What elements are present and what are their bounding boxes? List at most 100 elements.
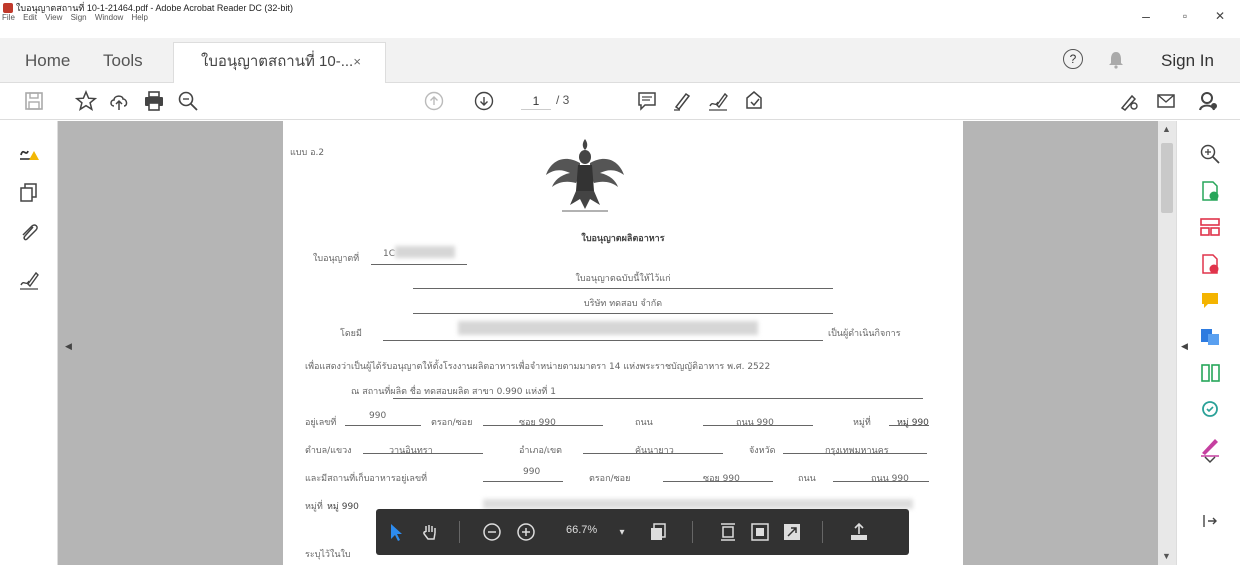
zoom-dropdown-caret-icon[interactable]: ▾ bbox=[614, 520, 630, 544]
print-icon[interactable] bbox=[142, 89, 166, 113]
store-house-value: 990 bbox=[523, 467, 541, 477]
sign-in-button[interactable]: Sign In bbox=[1161, 38, 1214, 83]
share-link-icon[interactable] bbox=[1117, 89, 1141, 113]
zoom-level[interactable]: 66.7% bbox=[566, 524, 597, 536]
signatures-panel-icon[interactable] bbox=[18, 141, 40, 163]
protect-icon[interactable] bbox=[1199, 398, 1221, 420]
hand-tool-icon[interactable] bbox=[418, 520, 442, 544]
amphoe-label: อำเภอ/เขต bbox=[519, 446, 562, 456]
full-screen-icon[interactable] bbox=[780, 520, 804, 544]
house-number-value: 990 bbox=[369, 411, 387, 421]
minimize-button[interactable]: – bbox=[1131, 6, 1161, 26]
scroll-down-arrow-icon[interactable]: ▼ bbox=[1162, 551, 1171, 561]
grant-line: ใบอนุญาตฉบับนี้ให้ไว้แก่ bbox=[575, 274, 671, 284]
zoom-in-icon[interactable] bbox=[1199, 143, 1221, 165]
province-label: จังหวัด bbox=[749, 446, 776, 456]
field-underline bbox=[889, 425, 929, 426]
notifications-bell-icon[interactable] bbox=[1108, 38, 1124, 83]
fit-page-icon[interactable] bbox=[716, 520, 740, 544]
tambon-value: วานอินทรา bbox=[389, 446, 433, 456]
more-tools-chevron-icon[interactable] bbox=[1199, 452, 1221, 468]
document-heading: ใบอนุญาตผลิตอาหาร bbox=[581, 234, 665, 244]
province-value: กรุงเทพมหานคร bbox=[825, 446, 889, 456]
previous-page-icon[interactable] bbox=[422, 89, 446, 113]
next-page-icon[interactable] bbox=[472, 89, 496, 113]
bookmark-star-icon[interactable] bbox=[74, 89, 98, 113]
location-underline bbox=[393, 398, 923, 399]
field-underline bbox=[783, 453, 927, 454]
maximize-button[interactable]: ▫ bbox=[1170, 6, 1200, 26]
select-cursor-icon[interactable] bbox=[384, 520, 408, 544]
field-underline bbox=[483, 481, 563, 482]
collapse-pane-icon[interactable] bbox=[1199, 510, 1221, 532]
vertical-scrollbar[interactable]: ▲ ▼ bbox=[1158, 121, 1176, 565]
redacted-operator-name bbox=[458, 321, 758, 335]
page-display-icon[interactable] bbox=[646, 520, 670, 544]
page-number-input[interactable]: 1 bbox=[521, 92, 551, 110]
field-underline bbox=[663, 481, 773, 482]
page-thumbnails-icon[interactable] bbox=[18, 181, 40, 203]
fit-width-icon[interactable] bbox=[748, 520, 772, 544]
menu-item-help[interactable]: Help bbox=[132, 13, 148, 22]
garuda-emblem bbox=[546, 139, 624, 212]
menu-item-edit[interactable]: Edit bbox=[23, 13, 37, 22]
help-icon[interactable]: ? bbox=[1063, 49, 1083, 69]
scroll-up-arrow-icon[interactable]: ▲ bbox=[1162, 124, 1171, 134]
menu-item-view[interactable]: View bbox=[45, 13, 62, 22]
combine-files-icon[interactable] bbox=[1199, 326, 1221, 348]
menu-bar: File Edit View Sign Window Help bbox=[2, 13, 154, 22]
acrobat-app-icon bbox=[3, 3, 13, 13]
operator-label: เป็นผู้ดำเนินกิจการ bbox=[828, 329, 901, 339]
comment-tool-icon[interactable] bbox=[1199, 289, 1221, 311]
purpose-line: เพื่อแสดงว่าเป็นผู้ได้รับอนุญาตให้ตั้งโร… bbox=[305, 362, 771, 372]
export-pdf-icon[interactable] bbox=[1199, 180, 1221, 202]
fill-and-sign-icon[interactable] bbox=[706, 89, 730, 113]
field-underline bbox=[703, 425, 813, 426]
share-upload-icon[interactable] bbox=[846, 520, 872, 544]
save-icon[interactable] bbox=[22, 89, 46, 113]
left-pane-toggle[interactable]: ◀ bbox=[58, 121, 80, 565]
edit-pdf-icon[interactable] bbox=[1199, 362, 1221, 384]
tab-bar: Home Tools ใบอนุญาตสถานที่ 10-... × ? Si… bbox=[0, 38, 1240, 83]
email-envelope-icon[interactable] bbox=[1154, 89, 1178, 113]
store-moo-label: หมู่ที่ bbox=[305, 502, 323, 512]
house-number-label: อยู่เลขที่ bbox=[305, 418, 337, 428]
upload-cloud-icon[interactable] bbox=[107, 89, 131, 113]
close-window-button[interactable]: ✕ bbox=[1205, 6, 1235, 26]
collapse-right-pane-arrow-icon[interactable]: ◀ bbox=[1181, 341, 1188, 352]
attachments-paperclip-icon[interactable] bbox=[18, 221, 40, 243]
highlight-pen-icon[interactable] bbox=[670, 89, 694, 113]
organize-pages-icon[interactable] bbox=[1199, 216, 1221, 238]
tab-home[interactable]: Home bbox=[25, 38, 70, 83]
zoom-in-button-icon[interactable] bbox=[514, 520, 538, 544]
menu-item-sign[interactable]: Sign bbox=[71, 13, 87, 22]
company-name: บริษัท ทดสอบ จำกัด bbox=[583, 299, 663, 309]
create-pdf-icon[interactable] bbox=[1199, 253, 1221, 275]
field-underline bbox=[583, 453, 723, 454]
road-label: ถนน bbox=[635, 418, 653, 428]
account-user-icon[interactable] bbox=[1196, 89, 1220, 113]
field-underline bbox=[833, 481, 929, 482]
close-tab-button[interactable]: × bbox=[353, 43, 361, 81]
menu-item-file[interactable]: File bbox=[2, 13, 15, 22]
grant-underline bbox=[413, 288, 833, 289]
tab-tools[interactable]: Tools bbox=[103, 38, 143, 83]
sign-pen-icon[interactable] bbox=[18, 269, 40, 291]
operator-underline bbox=[383, 340, 823, 341]
send-for-signature-icon[interactable] bbox=[742, 89, 766, 113]
zoom-search-icon[interactable] bbox=[176, 89, 200, 113]
scroll-thumb[interactable] bbox=[1161, 143, 1173, 213]
license-number-label: ใบอนุญาตที่ bbox=[313, 254, 360, 264]
pdf-page: แบบ อ.2 ใบอนุญาตผลิตอาหาร ใบอนุญาตที่ 1C… bbox=[283, 121, 963, 565]
page-total: / 3 bbox=[556, 93, 570, 107]
comment-icon[interactable] bbox=[635, 89, 659, 113]
store-road-label: ถนน bbox=[798, 474, 816, 484]
tab-document[interactable]: ใบอนุญาตสถานที่ 10-... × bbox=[173, 42, 386, 83]
zoom-out-icon[interactable] bbox=[480, 520, 504, 544]
moo-label: หมู่ที่ bbox=[853, 418, 871, 428]
menu-item-window[interactable]: Window bbox=[95, 13, 123, 22]
toolbar-separator bbox=[692, 521, 693, 543]
moo-value: หมู่ 990 bbox=[897, 418, 929, 428]
store-location-label: และมีสถานที่เก็บอาหารอยู่เลขที่ bbox=[305, 474, 428, 484]
document-viewport[interactable]: ◀ แบบ อ.2 ใบอนุญาตผลิตอาหาร ใบอนุญาตที่ … bbox=[58, 121, 1160, 565]
